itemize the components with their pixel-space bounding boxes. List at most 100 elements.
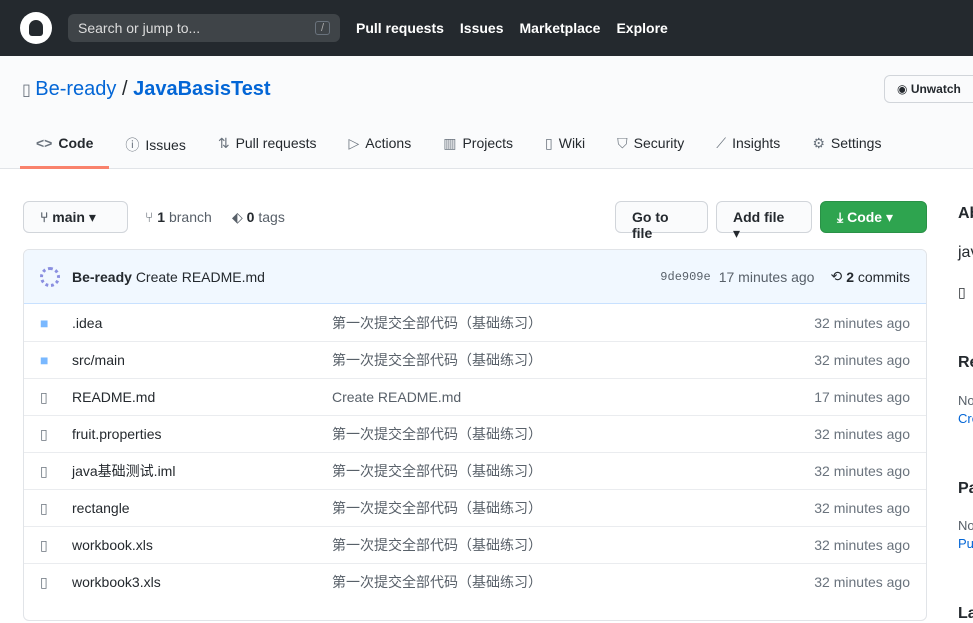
file-icon: ▯: [40, 462, 48, 479]
packages-heading[interactable]: Pa: [958, 480, 973, 498]
file-age: 17 minutes ago: [814, 389, 910, 405]
tab-label: Settings: [830, 135, 882, 151]
code-button[interactable]: ⤓ Code ▾: [820, 201, 927, 233]
file-name-link[interactable]: rectangle: [72, 500, 332, 516]
add-file-button[interactable]: Add file ▾: [716, 201, 812, 241]
search-input[interactable]: Search or jump to... /: [68, 14, 340, 42]
go-to-file-button[interactable]: Go to file: [615, 201, 708, 241]
file-name-link[interactable]: fruit.properties: [72, 426, 332, 442]
gear-icon: ⚙: [812, 135, 825, 151]
file-row: ■ src/main 第一次提交全部代码（基础练习） 32 minutes ago: [24, 341, 926, 378]
tab-label: Projects: [462, 135, 514, 151]
tab-label: Insights: [732, 135, 781, 151]
commit-message-link[interactable]: Create README.md: [332, 389, 814, 405]
releases-none: No: [958, 393, 973, 408]
about-heading: Ab: [958, 205, 973, 222]
repo-title: ▯ Be-ready / JavaBasisTest: [22, 78, 271, 101]
file-name-link[interactable]: workbook3.xls: [72, 574, 332, 590]
separator: /: [121, 78, 128, 100]
file-name-link[interactable]: java基础测试.iml: [72, 461, 332, 481]
file-icon: ▯: [40, 536, 48, 553]
commit-author[interactable]: Be-ready: [72, 269, 132, 285]
readme-icon[interactable]: ▯: [958, 284, 966, 301]
file-row: ▯ README.md Create README.md 17 minutes ago: [24, 378, 926, 415]
tab-issues[interactable]: ⓘ Issues: [109, 125, 201, 169]
tab-actions[interactable]: ▷ Actions: [333, 125, 428, 169]
publish-package-link[interactable]: Pu: [958, 536, 973, 551]
file-icon: ▯: [40, 499, 48, 516]
file-row: ▯ fruit.properties 第一次提交全部代码（基础练习） 32 minut…: [24, 415, 926, 452]
pull-request-icon: ⇅: [217, 135, 230, 151]
branches-count: 1: [157, 209, 166, 225]
commit-message-link[interactable]: 第一次提交全部代码（基础练习）: [332, 498, 814, 518]
repo-name-link[interactable]: JavaBasisTest: [133, 78, 271, 100]
nav-explore[interactable]: Explore: [616, 20, 667, 36]
branch-label: main: [52, 209, 85, 225]
file-row: ■ .idea 第一次提交全部代码（基础练习） 32 minutes ago: [24, 304, 926, 341]
eye-icon: ◉: [897, 82, 911, 96]
commit-message-link[interactable]: 第一次提交全部代码（基础练习）: [332, 350, 814, 370]
tags-link[interactable]: ⬖ 0 tags: [232, 209, 285, 226]
branches-link[interactable]: ⑂ 1 branch: [145, 209, 212, 225]
tab-code[interactable]: <> Code: [20, 125, 110, 169]
commit-message-link[interactable]: 第一次提交全部代码（基础练习）: [332, 572, 814, 592]
latest-commit: Be-ready Create README.md 9de909e 17 min…: [24, 250, 926, 304]
file-name-link[interactable]: workbook.xls: [72, 537, 332, 553]
tab-pull-requests[interactable]: ⇅ Pull requests: [202, 125, 333, 169]
download-icon: ⤓: [837, 209, 848, 225]
tab-label: Security: [633, 135, 685, 151]
folder-icon: ■: [40, 314, 49, 331]
file-row: ▯ workbook.xls 第一次提交全部代码（基础练习） 32 minutes a…: [24, 526, 926, 563]
commits-label[interactable]: commits: [858, 269, 910, 285]
commit-message-link[interactable]: 第一次提交全部代码（基础练习）: [332, 535, 814, 555]
code-label: Code: [847, 209, 883, 225]
unwatch-label: Unwatch: [910, 82, 961, 96]
file-name-link[interactable]: README.md: [72, 389, 332, 405]
code-icon: <>: [36, 135, 53, 151]
file-icon: ▯: [40, 388, 48, 405]
tab-label: Code: [58, 135, 94, 151]
file-age: 32 minutes ago: [814, 574, 910, 590]
tab-projects[interactable]: ▥ Projects: [427, 125, 529, 169]
commit-sha[interactable]: 9de909e: [660, 270, 710, 284]
tab-label: Actions: [365, 135, 412, 151]
tab-label: Wiki: [558, 135, 586, 151]
file-name-link[interactable]: src/main: [72, 352, 332, 368]
file-age: 32 minutes ago: [814, 352, 910, 368]
tab-label: Issues: [145, 137, 186, 153]
commit-message-link[interactable]: 第一次提交全部代码（基础练习）: [332, 424, 814, 444]
slash-hint: /: [314, 21, 330, 35]
commit-message-link[interactable]: 第一次提交全部代码（基础练习）: [332, 313, 814, 333]
graph-icon: ⟋: [716, 135, 727, 151]
commit-message-link[interactable]: 第一次提交全部代码（基础练习）: [332, 461, 814, 481]
tab-wiki[interactable]: ▯ Wiki: [529, 125, 601, 169]
file-age: 32 minutes ago: [814, 500, 910, 516]
tab-insights[interactable]: ⟋ Insights: [700, 125, 796, 169]
global-header: Search or jump to... / Pull requests Issue…: [0, 0, 973, 56]
nav-issues[interactable]: Issues: [460, 20, 504, 36]
languages-heading: La: [958, 605, 973, 622]
tab-security[interactable]: ⛉ Security: [601, 125, 700, 169]
nav-marketplace[interactable]: Marketplace: [520, 20, 601, 36]
branch-select[interactable]: ⑂ main ▾: [23, 201, 128, 233]
repo-description: jav: [958, 244, 973, 261]
add-file-label: Add file: [733, 209, 785, 225]
nav-pull-requests[interactable]: Pull requests: [356, 20, 444, 36]
tab-settings[interactable]: ⚙ Settings: [796, 125, 897, 169]
book-icon: ▯: [545, 135, 553, 151]
github-logo-icon[interactable]: [20, 12, 52, 44]
releases-heading[interactable]: Re: [958, 354, 973, 372]
file-icon: ▯: [40, 573, 48, 590]
owner-link[interactable]: Be-ready: [35, 78, 116, 100]
commits-count[interactable]: 2: [846, 269, 854, 285]
file-name-link[interactable]: .idea: [72, 315, 332, 331]
file-row: ▯ workbook3.xls 第一次提交全部代码（基础练习） 32 minutes …: [24, 563, 926, 600]
file-row: ▯ java基础测试.iml 第一次提交全部代码（基础练习） 32 minutes a…: [24, 452, 926, 489]
file-age: 32 minutes ago: [814, 537, 910, 553]
create-release-link[interactable]: Cre: [958, 411, 973, 426]
search-placeholder: Search or jump to...: [78, 20, 201, 36]
avatar[interactable]: [40, 266, 60, 287]
issue-icon: ⓘ: [125, 137, 140, 153]
unwatch-button[interactable]: ◉ Unwatch: [884, 75, 973, 103]
commit-message[interactable]: Create README.md: [136, 269, 265, 285]
